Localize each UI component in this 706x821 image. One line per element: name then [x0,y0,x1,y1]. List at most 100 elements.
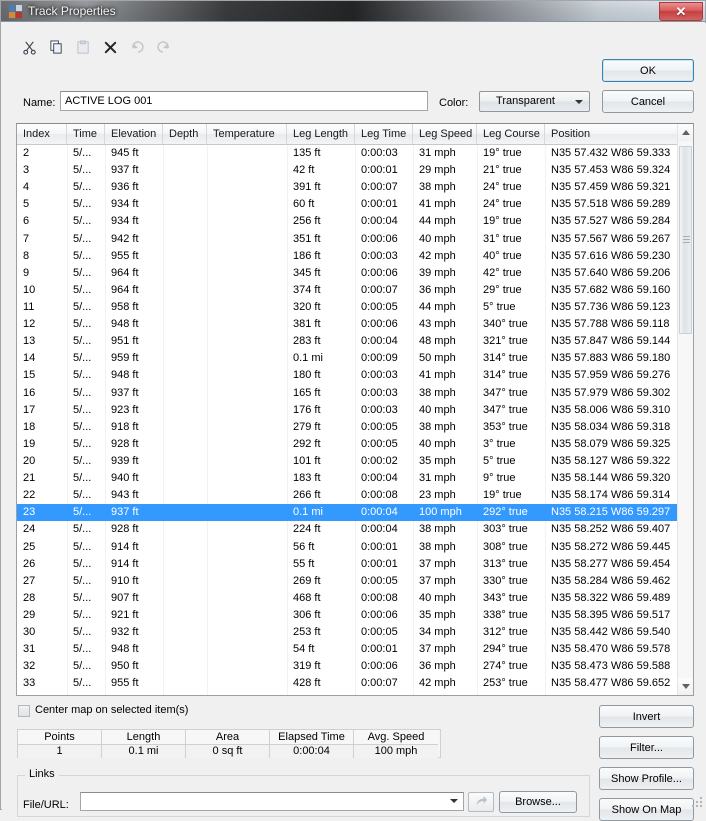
table-row[interactable]: 28 5/... 907 ft 468 ft 0:00:08 40 mph 343° tru… [17,590,679,607]
center-map-label: Center map on selected item(s) [35,704,189,716]
color-dropdown[interactable]: Transparent [479,91,590,112]
close-button[interactable]: ✕ [659,2,703,21]
copy-icon[interactable] [43,34,69,60]
table-row[interactable]: 10 5/... 964 ft 374 ft 0:00:07 36 mph 29° true… [17,282,679,299]
table-header-cell-index[interactable]: Index [17,124,67,144]
table-row[interactable]: 13 5/... 951 ft 283 ft 0:00:04 48 mph 321° tru… [17,333,679,350]
table-cell-leg_speed: 37 mph [419,643,456,656]
table-header-cell-depth[interactable]: Depth [163,124,207,144]
table-cell-leg_length: 60 ft [293,198,315,211]
table-cell-index: 16 [23,386,36,399]
stat-header: Avg. Speed [354,730,438,745]
table-header-cell-leg_speed[interactable]: Leg Speed [413,124,477,144]
table-header-cell-temperature[interactable]: Temperature [207,124,287,144]
table-cell-position: N35 57.567 W86 59.267 [551,232,671,245]
table-row[interactable]: 31 5/... 948 ft 54 ft 0:00:01 37 mph 294° true… [17,641,679,658]
table-row[interactable]: 12 5/... 948 ft 381 ft 0:00:06 43 mph 340° tru… [17,316,679,333]
table-cell-leg_time: 0:00:03 [361,369,398,382]
table-row[interactable]: 21 5/... 940 ft 183 ft 0:00:04 31 mph 9° true N… [17,470,679,487]
table-header-cell-leg_course[interactable]: Leg Course [477,124,545,144]
table-row[interactable]: 14 5/... 959 ft 0.1 mi 0:00:09 50 mph 314° tru… [17,350,679,367]
table-cell-leg_speed: 43 mph [419,318,456,331]
ok-button[interactable]: OK [602,59,694,82]
table-row[interactable]: 3 5/... 937 ft 42 ft 0:00:01 29 mph 21° true N3… [17,162,679,179]
table-cell-leg_speed: 38 mph [419,181,456,194]
table-header-cell-time[interactable]: Time [67,124,105,144]
table-header-cell-leg_length[interactable]: Leg Length [287,124,355,144]
table-row[interactable]: 32 5/... 950 ft 319 ft 0:00:06 36 mph 274° tru… [17,658,679,675]
table-row[interactable]: 30 5/... 932 ft 253 ft 0:00:05 34 mph 312° tru… [17,624,679,641]
table-row[interactable]: 26 5/... 914 ft 55 ft 0:00:01 37 mph 313° true… [17,556,679,573]
table-cell-leg_time: 0:00:03 [361,147,398,159]
title-bar[interactable]: Track Properties ✕ [1,1,705,22]
table-row[interactable]: 20 5/... 939 ft 101 ft 0:00:02 35 mph 5° true N… [17,453,679,470]
scroll-down-button[interactable] [678,678,693,695]
delete-icon[interactable] [97,34,123,60]
table-cell-leg_time: 0:00:03 [361,249,398,262]
table-cell-leg_speed: 41 mph [419,198,456,211]
table-cell-elevation: 948 ft [111,318,139,331]
table-row[interactable]: 6 5/... 934 ft 256 ft 0:00:04 44 mph 19° true N… [17,213,679,230]
table-cell-leg_speed: 100 mph [419,506,462,519]
table-row[interactable]: 27 5/... 910 ft 269 ft 0:00:05 37 mph 330° tru… [17,573,679,590]
scroll-up-button[interactable] [678,124,693,141]
table-cell-depth [163,367,207,384]
table-cell-depth [163,539,207,556]
table-cell-depth [163,504,207,521]
table-cell-elevation: 950 ft [111,660,139,673]
table-row[interactable]: 25 5/... 914 ft 56 ft 0:00:01 38 mph 308° true… [17,539,679,556]
table-cell-leg_time: 0:00:05 [361,626,398,639]
table-row[interactable]: 18 5/... 918 ft 279 ft 0:00:05 38 mph 353° tru… [17,419,679,436]
table-cell-position: N35 58.477 W86 59.652 [551,677,671,690]
cancel-button[interactable]: Cancel [602,90,694,113]
table-cell-leg_course: 9° true [483,472,516,485]
cut-icon[interactable] [16,34,42,60]
table-cell-position: N35 57.459 W86 59.321 [551,181,671,194]
table-row[interactable]: 15 5/... 948 ft 180 ft 0:00:03 41 mph 314° tru… [17,367,679,384]
table-row[interactable]: 29 5/... 921 ft 306 ft 0:00:06 35 mph 338° tru… [17,607,679,624]
table-header-cell-position[interactable]: Position [545,124,679,144]
table-cell-temperature [207,470,287,487]
scrollbar-thumb[interactable] [679,146,692,334]
triangle-up-icon [681,130,690,135]
table-row[interactable]: 5 5/... 934 ft 60 ft 0:00:01 41 mph 24° true N3… [17,196,679,213]
table-cell-leg_time: 0:00:05 [361,300,398,313]
table-cell-depth [163,521,207,538]
table-row[interactable]: 19 5/... 928 ft 292 ft 0:00:05 40 mph 3° true N… [17,436,679,453]
table-cell-time: 5/... [73,249,92,262]
filter-button[interactable]: Filter... [599,736,694,759]
table-header-cell-elevation[interactable]: Elevation [105,124,163,144]
table-row[interactable]: 8 5/... 955 ft 186 ft 0:00:03 42 mph 40° true N… [17,248,679,265]
table-row[interactable]: 4 5/... 936 ft 391 ft 0:00:07 38 mph 24° true N… [17,179,679,196]
table-cell-leg_length: 319 ft [293,660,321,673]
file-url-combobox[interactable] [80,792,464,811]
table-row[interactable]: 17 5/... 923 ft 176 ft 0:00:03 40 mph 347° tru… [17,402,679,419]
table-row[interactable]: 7 5/... 942 ft 351 ft 0:00:06 40 mph 31° true N… [17,231,679,248]
table-row[interactable]: 9 5/... 964 ft 345 ft 0:00:06 39 mph 42° true N… [17,265,679,282]
list-vertical-scrollbar[interactable] [677,124,693,695]
table-row[interactable]: 23 5/... 937 ft 0.1 mi 0:00:04 100 mph 292° tr… [17,504,679,522]
stat-value: 0:00:04 [270,745,353,758]
table-row[interactable]: 24 5/... 928 ft 224 ft 0:00:04 38 mph 303° tru… [17,521,679,538]
resize-grip-icon[interactable] [692,797,703,808]
track-properties-dialog: Track Properties ✕ Name: ACTIVE LOG 001 … [0,0,706,821]
table-cell-leg_speed: 40 mph [419,437,456,450]
table-row[interactable]: 22 5/... 943 ft 266 ft 0:00:08 23 mph 19° true… [17,487,679,504]
table-row[interactable]: 33 5/... 955 ft 428 ft 0:00:07 42 mph 253° tru… [17,675,679,692]
table-cell-index: 19 [23,437,36,450]
table-cell-leg_length: 224 ft [293,523,321,536]
table-cell-leg_time: 0:00:03 [361,403,398,416]
name-input[interactable] [60,91,428,111]
table-cell-depth [163,470,207,487]
table-row[interactable]: 16 5/... 937 ft 165 ft 0:00:03 38 mph 347° tru… [17,385,679,402]
invert-button[interactable]: Invert [599,705,694,728]
table-row[interactable]: 11 5/... 958 ft 320 ft 0:00:05 44 mph 5° true N… [17,299,679,316]
table-row[interactable]: 2 5/... 945 ft 135 ft 0:00:03 31 mph 19° true N… [17,145,679,162]
table-cell-time: 5/... [73,626,92,639]
show-profile-button-label: Show Profile... [611,772,682,785]
table-cell-leg_time: 0:00:07 [361,677,398,690]
table-cell-time: 5/... [73,643,92,656]
table-cell-position: N35 58.006 W86 59.310 [551,403,671,416]
show-profile-button[interactable]: Show Profile... [599,767,694,790]
table-header-cell-leg_time[interactable]: Leg Time [355,124,413,144]
